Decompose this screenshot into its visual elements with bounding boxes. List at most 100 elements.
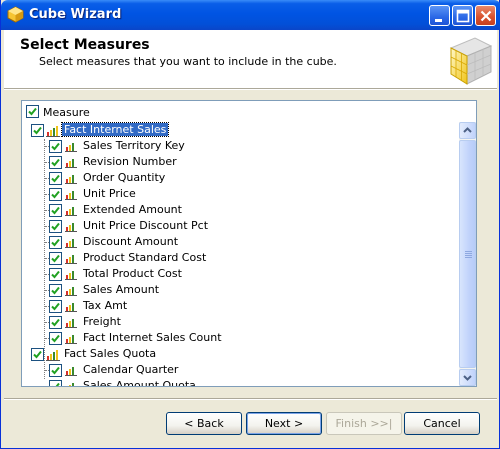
tree-item[interactable]: Product Standard Cost: [22, 250, 462, 266]
measure-icon: [65, 237, 79, 249]
tree-item-label: Unit Price Discount Pct: [83, 219, 209, 232]
item-checkbox[interactable]: [49, 300, 62, 313]
chevron-down-icon: [463, 375, 472, 381]
group-label: Fact Internet Sales: [60, 122, 170, 137]
check-icon: [33, 350, 42, 359]
item-checkbox[interactable]: [49, 236, 62, 249]
window-title: Cube Wizard: [29, 7, 122, 22]
tree-item[interactable]: Total Product Cost: [22, 266, 462, 282]
measure-header-checkbox[interactable]: [26, 105, 39, 118]
close-button[interactable]: [475, 5, 496, 26]
measure-icon: [65, 221, 79, 233]
tree-item[interactable]: Sales Amount: [22, 282, 462, 298]
item-checkbox[interactable]: [49, 284, 62, 297]
item-checkbox[interactable]: [49, 140, 62, 153]
measure-icon: [65, 189, 79, 201]
tree-item[interactable]: Calendar Quarter: [22, 362, 462, 378]
measure-icon: [65, 381, 79, 386]
maximize-button[interactable]: [452, 5, 473, 26]
tree-item[interactable]: Unit Price: [22, 186, 462, 202]
tree-item-label: Tax Amt: [83, 299, 128, 312]
item-checkbox[interactable]: [49, 316, 62, 329]
group-checkbox[interactable]: [31, 348, 44, 361]
group-checkbox[interactable]: [31, 124, 44, 137]
close-icon: [480, 10, 492, 22]
item-checkbox[interactable]: [49, 332, 62, 345]
measure-icon: [65, 205, 79, 217]
title-bar[interactable]: Cube Wizard: [1, 0, 500, 30]
tree-item-label: Unit Price: [83, 187, 136, 200]
tree-item[interactable]: Unit Price Discount Pct: [22, 218, 462, 234]
measure-column-header: Measure: [22, 101, 476, 121]
item-checkbox[interactable]: [49, 204, 62, 217]
item-checkbox[interactable]: [49, 172, 62, 185]
scroll-down-button[interactable]: [459, 369, 476, 386]
measure-header-label: Measure: [43, 106, 90, 119]
back-button[interactable]: < Back: [166, 412, 242, 435]
tree-group-fact-sales-quota[interactable]: Fact Sales Quota: [22, 346, 462, 362]
check-icon: [51, 254, 60, 263]
tree-item[interactable]: Sales Amount Quota: [22, 378, 462, 387]
scroll-up-button[interactable]: [459, 122, 476, 139]
tree-item-label: Revision Number: [83, 155, 177, 168]
item-checkbox[interactable]: [49, 220, 62, 233]
maximize-icon: [456, 9, 470, 23]
tree-item-label: Total Product Cost: [83, 267, 182, 280]
check-icon: [51, 222, 60, 231]
tree-item[interactable]: Sales Territory Key: [22, 138, 462, 154]
footer-divider: [4, 398, 497, 400]
check-icon: [33, 126, 42, 135]
measure-icon: [65, 253, 79, 265]
item-checkbox[interactable]: [49, 268, 62, 281]
tree-item-label: Freight: [83, 315, 121, 328]
check-icon: [51, 158, 60, 167]
tree-item[interactable]: Extended Amount: [22, 202, 462, 218]
check-icon: [51, 206, 60, 215]
minimize-button[interactable]: [429, 5, 450, 26]
cube-wizard-window: Cube Wizard Select Measures Select measu…: [0, 0, 500, 449]
check-icon: [51, 190, 60, 199]
tree-item-label: Sales Territory Key: [83, 139, 185, 152]
check-icon: [51, 318, 60, 327]
tree-connector: [45, 386, 53, 387]
page-title: Select Measures: [20, 37, 150, 53]
next-button[interactable]: Next >: [246, 412, 322, 435]
measure-icon: [65, 157, 79, 169]
cancel-button[interactable]: Cancel: [404, 412, 480, 435]
item-checkbox[interactable]: [49, 156, 62, 169]
measure-icon: [65, 173, 79, 185]
check-icon: [51, 270, 60, 279]
check-icon: [51, 366, 60, 375]
vertical-scrollbar[interactable]: [459, 122, 476, 386]
cube-wizard-icon: [7, 6, 24, 23]
measures-tree[interactable]: Measure Fact Internet Sales Sales Territ…: [21, 100, 477, 387]
measure-icon: [65, 285, 79, 297]
tree-group-fact-internet-sales[interactable]: Fact Internet Sales: [22, 122, 462, 138]
item-checkbox[interactable]: [49, 252, 62, 265]
check-icon: [51, 286, 60, 295]
tree-item[interactable]: Freight: [22, 314, 462, 330]
tree-item[interactable]: Order Quantity: [22, 170, 462, 186]
tree-item-label: Sales Amount: [83, 283, 160, 296]
check-icon: [51, 334, 60, 343]
measure-icon: [65, 141, 79, 153]
check-icon: [51, 174, 60, 183]
finish-button[interactable]: Finish >>|: [326, 412, 402, 435]
tree-item-label: Sales Amount Quota: [83, 379, 196, 387]
item-checkbox[interactable]: [49, 380, 62, 386]
tree-item[interactable]: Tax Amt: [22, 298, 462, 314]
item-checkbox[interactable]: [49, 188, 62, 201]
check-icon: [52, 382, 60, 386]
tree-item-label: Discount Amount: [83, 235, 179, 248]
scroll-thumb[interactable]: [459, 140, 476, 368]
page-subtitle: Select measures that you want to include…: [39, 55, 337, 68]
measure-icon: [65, 365, 79, 377]
tree-item[interactable]: Fact Internet Sales Count: [22, 330, 462, 346]
tree-item-label: Calendar Quarter: [83, 363, 179, 376]
measure-icon: [65, 269, 79, 281]
item-checkbox[interactable]: [49, 364, 62, 377]
wizard-header: Select Measures Select measures that you…: [4, 30, 497, 88]
tree-item[interactable]: Discount Amount: [22, 234, 462, 250]
tree-item[interactable]: Revision Number: [22, 154, 462, 170]
measure-icon: [65, 317, 79, 329]
